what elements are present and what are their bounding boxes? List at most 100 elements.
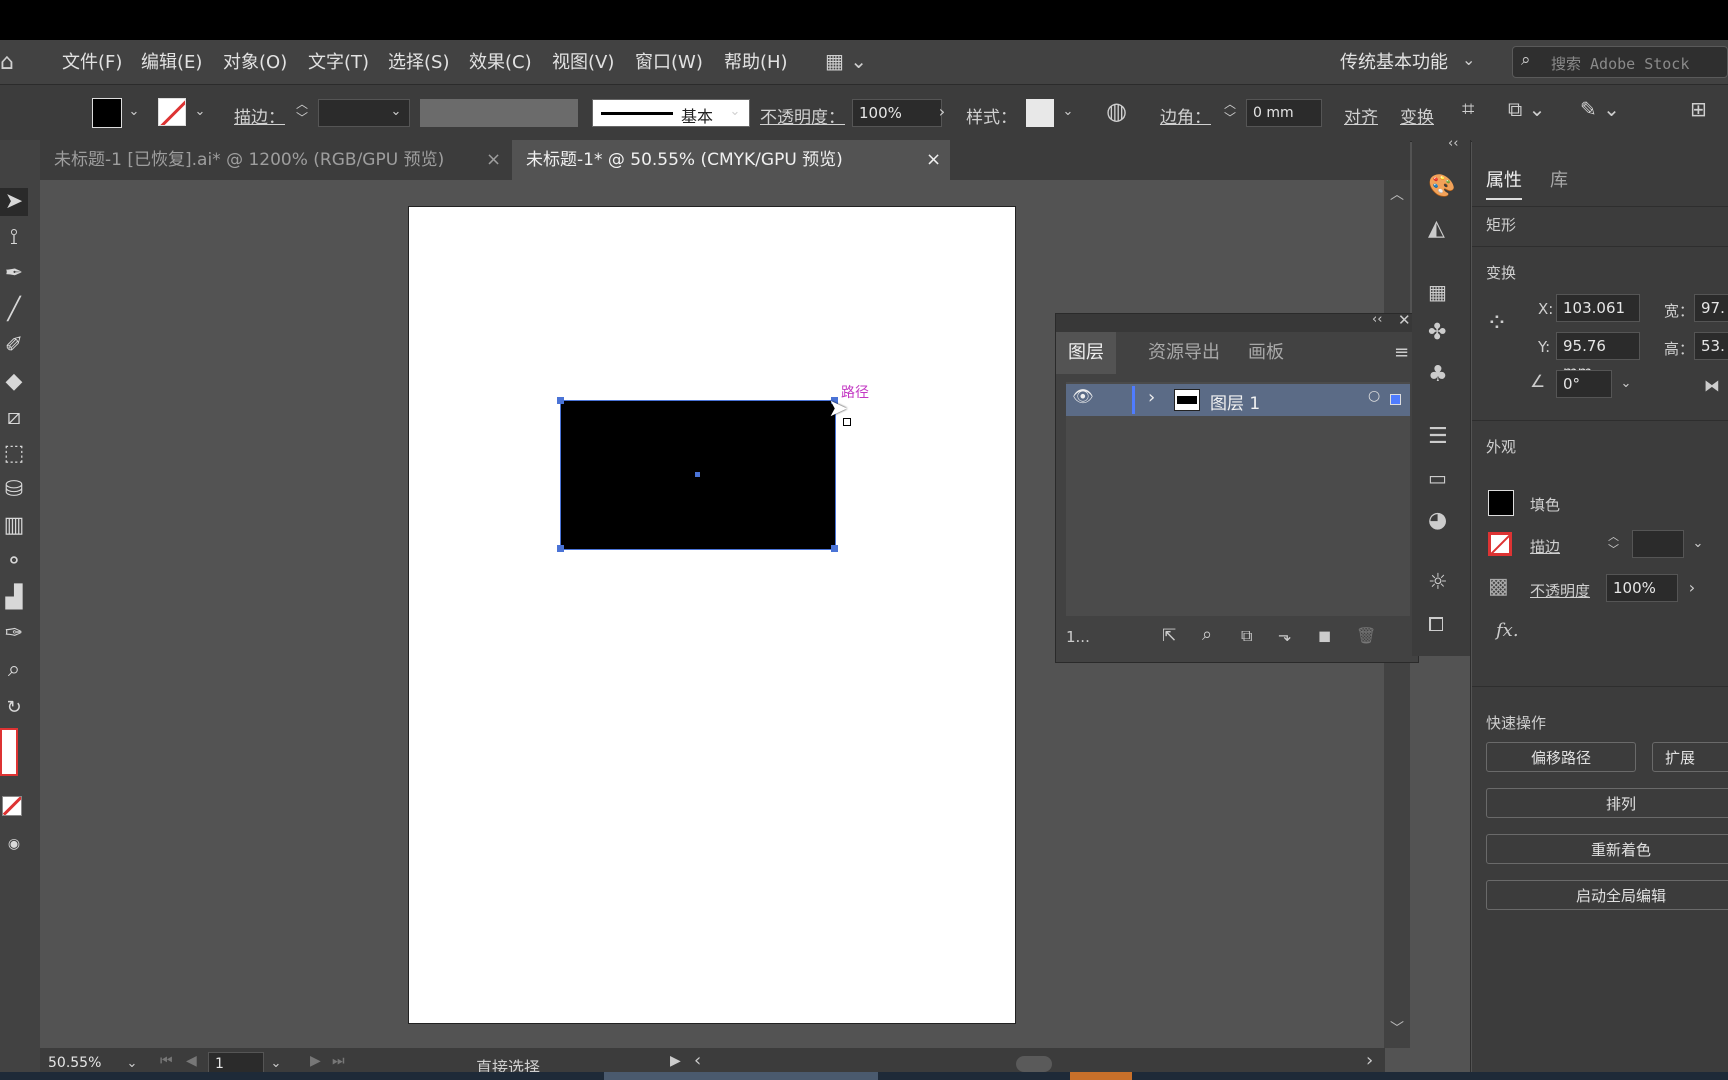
none-color-icon[interactable] xyxy=(2,796,22,816)
flip-horizontal-icon[interactable]: ⧓ xyxy=(1704,376,1720,395)
close-icon[interactable]: × xyxy=(486,140,501,180)
y-field[interactable]: 95.76 mm xyxy=(1556,332,1640,381)
status-menu-icon[interactable]: ▶ xyxy=(670,1053,681,1069)
stepper-icon[interactable]: ︿ ﹀ xyxy=(1224,97,1236,125)
offset-path-button[interactable]: 偏移路径 xyxy=(1486,742,1636,772)
menu-help[interactable]: 帮助(H) xyxy=(724,48,788,74)
tab-current-doc[interactable]: 未标题-1* @ 50.55% (CMYK/GPU 预览) × xyxy=(512,140,950,180)
layer-name[interactable]: 图层 1 xyxy=(1210,389,1260,414)
align-button[interactable]: 对齐 xyxy=(1344,103,1378,128)
eraser-icon[interactable]: ◆ xyxy=(0,368,28,396)
fill-swatch[interactable] xyxy=(92,98,122,128)
stroke-weight-label[interactable]: 描边： xyxy=(234,103,285,128)
color-guide-icon[interactable]: ◭ xyxy=(1428,216,1445,241)
gradient-panel-icon[interactable]: ▭ xyxy=(1428,466,1447,490)
target-icon[interactable]: ○ xyxy=(1368,388,1380,404)
tab-libraries[interactable]: 库 xyxy=(1550,166,1568,192)
stroke-swatch[interactable] xyxy=(158,98,186,126)
close-icon[interactable]: ✕ xyxy=(1398,311,1411,329)
fill-stroke-indicator[interactable] xyxy=(0,728,18,776)
scroll-right-icon[interactable]: › xyxy=(1366,1050,1373,1071)
style-swatch[interactable] xyxy=(1026,99,1054,127)
chevron-down-icon[interactable]: ⌄ xyxy=(124,102,144,122)
puppet-icon[interactable]: ✎ ⌄ xyxy=(1580,97,1620,121)
angle-field[interactable]: 0° xyxy=(1556,370,1612,398)
line-icon[interactable]: ╱ xyxy=(0,296,28,324)
recolor-wheel-icon[interactable]: ◍ xyxy=(1106,97,1127,125)
chevron-down-icon[interactable]: ⌄ xyxy=(122,1054,142,1074)
chevron-down-icon[interactable]: ⌄ xyxy=(190,102,210,122)
opacity-field[interactable]: 100% xyxy=(852,99,942,127)
anchor-top-left[interactable] xyxy=(557,397,564,404)
scale-icon[interactable]: ⧄ xyxy=(0,404,28,432)
stroke-weight-field[interactable] xyxy=(1632,530,1684,558)
stock-search-placeholder[interactable]: 搜索 Adobe Stock xyxy=(1551,53,1689,74)
anchor-bottom-left[interactable] xyxy=(557,545,564,552)
transform-button[interactable]: 变换 xyxy=(1400,103,1434,128)
height-field[interactable]: 53. xyxy=(1694,332,1728,360)
curvature-icon[interactable]: ⟟ xyxy=(0,224,28,252)
opacity-field[interactable]: 100% xyxy=(1606,574,1678,602)
anchor-bottom-right[interactable] xyxy=(831,545,838,552)
tab-recovered-doc[interactable]: 未标题-1 [已恢复].ai* @ 1200% (RGB/GPU 预览) × xyxy=(40,140,510,180)
variable-width-profile[interactable] xyxy=(420,99,578,127)
blend-icon[interactable]: ⚬ xyxy=(0,548,28,576)
menu-edit[interactable]: 编辑(E) xyxy=(141,48,202,74)
first-artboard-icon[interactable]: ⏮ xyxy=(160,1053,173,1069)
new-layer-icon[interactable]: ◼ xyxy=(1318,626,1331,645)
pen-icon[interactable]: ✒ xyxy=(0,260,28,288)
selected-rectangle[interactable] xyxy=(560,400,836,550)
chevron-right-icon[interactable]: › xyxy=(1148,387,1155,408)
clipping-mask-icon[interactable]: ⧉ xyxy=(1241,626,1252,646)
width-field[interactable]: 97. xyxy=(1694,294,1728,322)
reference-point-icon[interactable]: ⁘ xyxy=(1486,308,1508,338)
layout-grid-icon[interactable]: ▦ ⌄ xyxy=(825,49,867,73)
select-similar-icon[interactable]: ⧉ ⌄ xyxy=(1508,97,1545,121)
chevron-down-icon[interactable]: ⌄ xyxy=(1616,374,1636,394)
chevron-up-icon[interactable]: ︿ xyxy=(1390,184,1404,204)
next-artboard-icon[interactable]: ▶ xyxy=(310,1053,321,1069)
fill-swatch[interactable] xyxy=(1488,490,1514,516)
stepper-icon[interactable]: ︿ ﹀ xyxy=(296,97,308,125)
stroke-swatch[interactable] xyxy=(1488,532,1512,556)
tab-artboards[interactable]: 画板 xyxy=(1236,332,1296,374)
corner-label[interactable]: 边角： xyxy=(1160,103,1211,128)
locate-object-icon[interactable]: ⌕ xyxy=(1202,624,1212,645)
eyedropper-icon[interactable]: ✑ xyxy=(0,620,28,648)
brushes-icon[interactable]: ✤ xyxy=(1428,320,1446,345)
graph-icon[interactable]: ▟ xyxy=(0,584,28,612)
color-palette-icon[interactable]: 🎨 xyxy=(1428,174,1455,199)
chevron-right-icon[interactable]: › xyxy=(1682,578,1702,598)
visibility-eye-icon[interactable]: 👁 xyxy=(1072,387,1094,407)
menu-file[interactable]: 文件(F) xyxy=(62,48,122,74)
stock-search-box[interactable]: ⌕ 搜索 Adobe Stock xyxy=(1512,46,1728,78)
arrange-button[interactable]: 排列 xyxy=(1486,788,1728,818)
panel-menu-icon[interactable]: ⊞ xyxy=(1690,97,1707,121)
chevron-down-icon[interactable]: ⌄ xyxy=(1688,534,1708,554)
recolor-button[interactable]: 重新着色 xyxy=(1486,834,1728,864)
swatches-icon[interactable]: ▦ xyxy=(1428,280,1447,304)
chevron-down-icon[interactable]: ⌄ xyxy=(1462,50,1475,69)
menu-window[interactable]: 窗口(W) xyxy=(635,48,703,74)
isolate-icon[interactable]: ⌗ xyxy=(1462,97,1474,122)
x-field[interactable]: 103.061 xyxy=(1556,294,1640,322)
transparency-icon[interactable]: ◕ xyxy=(1428,508,1447,533)
fx-button[interactable]: fx. xyxy=(1496,620,1519,641)
shape-builder-icon[interactable]: ⛁ xyxy=(0,476,28,504)
home-icon[interactable]: ⌂ xyxy=(0,50,14,75)
tab-asset-export[interactable]: 资源导出 xyxy=(1136,332,1232,374)
workspace-switcher[interactable]: 传统基本功能 xyxy=(1340,48,1448,74)
last-artboard-icon[interactable]: ⏭ xyxy=(332,1053,345,1069)
collapse-icon[interactable]: ‹‹ xyxy=(1372,312,1382,327)
direct-selection-icon[interactable]: ➤ xyxy=(0,188,28,216)
stepper-icon[interactable]: ︿ ﹀ xyxy=(1608,530,1619,556)
drawing-mode-icon[interactable]: ◉ xyxy=(0,830,28,858)
chevron-down-icon[interactable]: ﹀ xyxy=(1390,1018,1404,1038)
swap-colors-icon[interactable]: ↻ xyxy=(0,694,28,722)
corner-field[interactable]: 0 mm xyxy=(1246,99,1322,127)
tab-properties[interactable]: 属性 xyxy=(1486,166,1522,200)
scroll-left-icon[interactable]: ‹ xyxy=(694,1050,701,1071)
chevron-right-icon[interactable]: › xyxy=(932,102,952,122)
appearance-icon[interactable]: ☼ xyxy=(1428,570,1448,595)
global-edit-button[interactable]: 启动全局编辑 xyxy=(1486,880,1728,910)
